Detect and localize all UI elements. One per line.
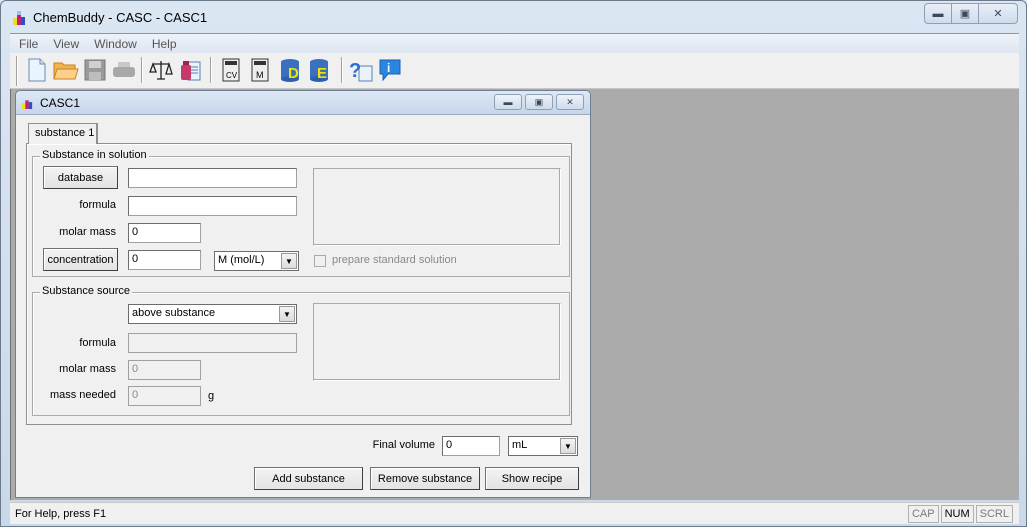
prepare-standard-label: prepare standard solution [332, 254, 457, 266]
svg-text:D: D [288, 65, 299, 82]
cap-lock-indicator: CAP [907, 505, 939, 523]
new-document-button[interactable] [24, 57, 50, 83]
source-info-box [313, 303, 561, 381]
source-formula-field [128, 333, 297, 353]
chevron-down-icon[interactable]: ▼ [560, 438, 576, 454]
prepare-standard-checkbox[interactable] [314, 255, 326, 267]
status-help-text: For Help, press F1 [15, 508, 107, 520]
print-button[interactable] [111, 57, 137, 83]
substance-report-button[interactable] [177, 57, 203, 83]
balance-button[interactable] [148, 57, 174, 83]
molar-mass-field[interactable]: 0 [128, 223, 201, 243]
mass-needed-field: 0 [128, 386, 201, 406]
print-icon [113, 62, 135, 77]
source-molar-mass-label: molar mass [59, 363, 116, 375]
selected-unit: M (mol/L) [218, 254, 265, 266]
app-window: ChemBuddy - CASC - CASC1 ▬ ▣ ✕ File View… [0, 0, 1027, 527]
flask-app-icon [21, 100, 33, 109]
balance-scale-icon [149, 61, 173, 80]
database-field[interactable] [128, 168, 297, 188]
child-window-title: CASC1 [40, 96, 81, 110]
save-button[interactable] [82, 57, 108, 83]
toolbar-separator [210, 57, 212, 83]
restore-button[interactable]: ▣ [952, 4, 979, 23]
concentration-unit-select[interactable]: M (mol/L) ▼ [214, 251, 299, 271]
formula-label: formula [79, 199, 116, 211]
context-help-button[interactable]: ? [348, 57, 374, 83]
title-bar: ChemBuddy - CASC - CASC1 ▬ ▣ ✕ [1, 1, 1026, 33]
chevron-down-icon[interactable]: ▼ [281, 253, 297, 269]
tab-substance-1[interactable]: substance 1 [28, 123, 98, 144]
selected-source: above substance [132, 307, 216, 319]
child-close-button[interactable]: ✕ [556, 94, 584, 110]
source-select[interactable]: above substance ▼ [128, 304, 297, 324]
final-volume-field[interactable]: 0 [442, 436, 500, 456]
toolbar-separator [341, 57, 343, 83]
calculator-m-icon: M [251, 58, 269, 82]
scroll-lock-indicator: SCRL [975, 505, 1013, 523]
chevron-down-icon[interactable]: ▼ [279, 306, 295, 322]
num-lock-indicator: NUM [940, 505, 974, 523]
close-button[interactable]: ✕ [979, 4, 1017, 23]
concentration-field[interactable]: 0 [128, 250, 201, 270]
volume-unit-select[interactable]: mL ▼ [508, 436, 578, 456]
child-window-casc1: CASC1 ▬ ▣ ✕ substance 1 Substance in sol… [15, 90, 591, 498]
calculator-m-button[interactable]: M [247, 57, 273, 83]
database-e-icon: E [310, 59, 328, 82]
minimize-button[interactable]: ▬ [925, 4, 952, 23]
toolbar-grip[interactable] [16, 56, 18, 86]
mdi-client-area: CASC1 ▬ ▣ ✕ substance 1 Substance in sol… [10, 89, 1019, 500]
svg-text:CV: CV [226, 71, 238, 80]
window-title: ChemBuddy - CASC - CASC1 [33, 10, 208, 25]
help-context-icon: ? [349, 60, 373, 82]
formula-field[interactable] [128, 196, 297, 216]
mass-needed-label: mass needed [49, 389, 116, 401]
menu-window[interactable]: Window [94, 37, 137, 51]
child-restore-button[interactable]: ▣ [525, 94, 553, 110]
open-folder-icon [53, 62, 79, 80]
open-button[interactable] [53, 57, 79, 83]
database-d-button[interactable]: D [278, 57, 304, 83]
calculator-cv-button[interactable]: CV [218, 57, 244, 83]
menu-bar: File View Window Help [10, 33, 1019, 53]
info-button[interactable]: i [377, 57, 403, 83]
molar-mass-label: molar mass [59, 226, 116, 238]
child-title-bar: CASC1 ▬ ▣ ✕ [16, 91, 590, 115]
final-volume-label: Final volume [372, 439, 435, 451]
selected-volume-unit: mL [512, 439, 528, 451]
child-minimize-button[interactable]: ▬ [494, 94, 522, 110]
calculator-cv-icon: CV [222, 58, 240, 82]
source-formula-label: formula [79, 337, 116, 349]
menu-help[interactable]: Help [152, 37, 177, 51]
remove-substance-button[interactable]: Remove substance [370, 467, 480, 490]
save-icon [84, 59, 106, 81]
concentration-button[interactable]: concentration [43, 248, 118, 271]
svg-text:i: i [387, 61, 390, 75]
svg-text:?: ? [349, 60, 361, 82]
flask-app-icon [13, 11, 25, 25]
substance-report-icon [181, 61, 201, 81]
menu-file[interactable]: File [19, 37, 38, 51]
toolbar-separator [141, 57, 143, 83]
database-button[interactable]: database [43, 166, 118, 189]
add-substance-button[interactable]: Add substance [254, 467, 363, 490]
info-icon: i [379, 59, 401, 82]
mass-unit-label: g [208, 390, 215, 402]
source-molar-mass-field: 0 [128, 360, 201, 380]
database-d-icon: D [281, 59, 299, 82]
new-document-icon [28, 58, 46, 82]
menu-view[interactable]: View [53, 37, 79, 51]
database-e-button[interactable]: E [307, 57, 333, 83]
solution-info-box [313, 168, 561, 246]
status-bar: For Help, press F1 CAP NUM SCRL [10, 502, 1019, 524]
toolbar: CV M D E ? i [10, 53, 1019, 89]
svg-text:E: E [317, 65, 327, 82]
group-label: Substance in solution [40, 149, 149, 161]
show-recipe-button[interactable]: Show recipe [485, 467, 579, 490]
group-label: Substance source [40, 285, 133, 297]
svg-text:M: M [256, 70, 264, 80]
